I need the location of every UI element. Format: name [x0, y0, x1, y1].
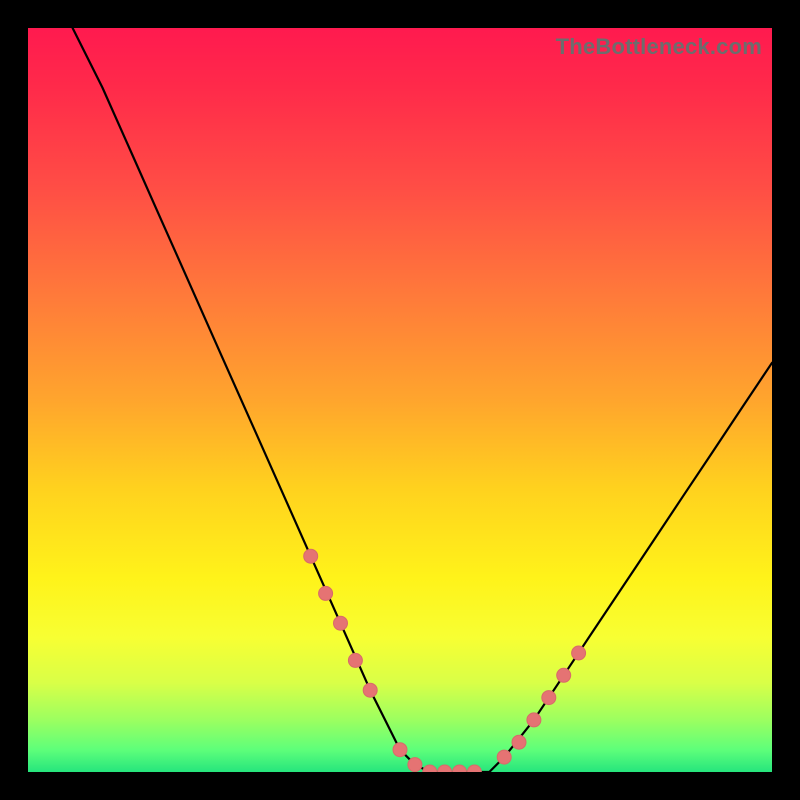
- bottleneck-curve: [73, 28, 772, 772]
- marker-point: [393, 743, 407, 757]
- chart-frame: TheBottleneck.com: [0, 0, 800, 800]
- marker-point: [542, 691, 556, 705]
- marker-point: [557, 668, 571, 682]
- curve-layer: [28, 28, 772, 772]
- marker-point: [348, 653, 362, 667]
- marker-point: [319, 586, 333, 600]
- marker-point: [408, 758, 422, 772]
- marker-point: [512, 735, 526, 749]
- marker-point: [527, 713, 541, 727]
- marker-point: [363, 683, 377, 697]
- curve-markers: [304, 549, 586, 772]
- marker-point: [423, 765, 437, 772]
- marker-point: [334, 616, 348, 630]
- marker-point: [467, 765, 481, 772]
- plot-area: TheBottleneck.com: [28, 28, 772, 772]
- marker-point: [304, 549, 318, 563]
- marker-point: [453, 765, 467, 772]
- marker-point: [572, 646, 586, 660]
- marker-point: [497, 750, 511, 764]
- marker-point: [438, 765, 452, 772]
